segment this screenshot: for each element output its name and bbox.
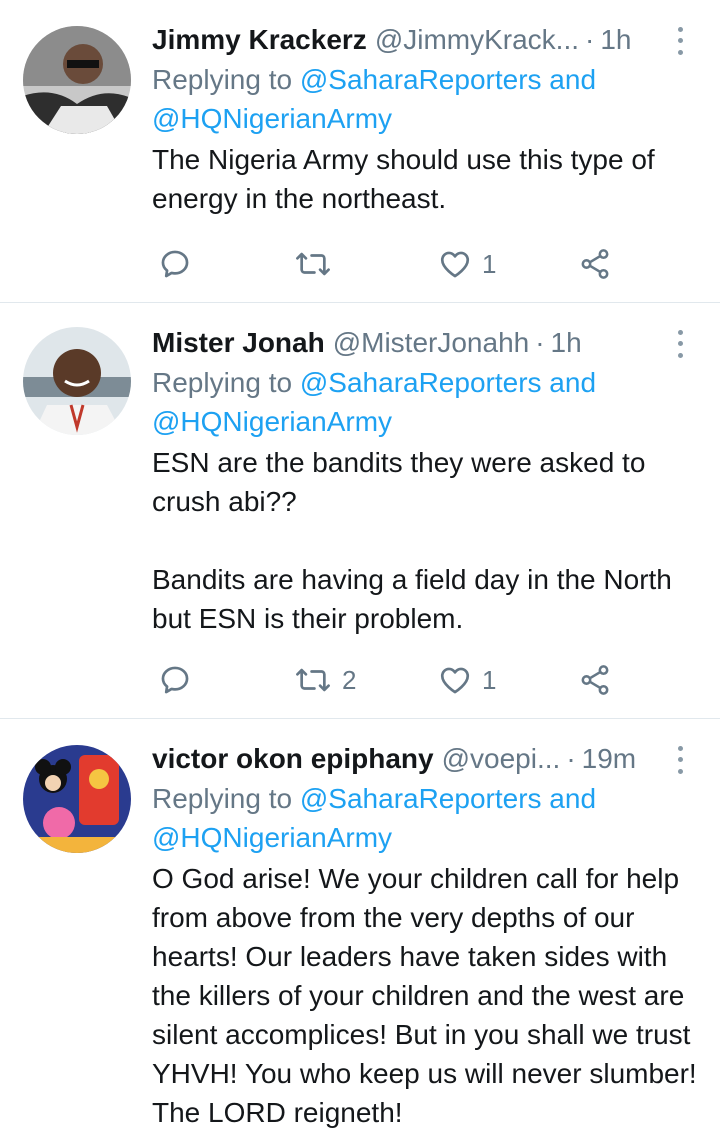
mention-link[interactable]: @HQNigerianArmy	[152, 822, 392, 853]
share-icon	[581, 665, 609, 695]
like-button[interactable]: 1	[438, 247, 496, 281]
display-name[interactable]: victor okon epiphany	[152, 741, 434, 777]
replying-prefix: Replying to	[152, 64, 300, 95]
more-vertical-icon[interactable]	[670, 743, 690, 777]
replying-and[interactable]: and	[542, 64, 596, 95]
avatar[interactable]	[23, 327, 131, 435]
reply-button[interactable]	[158, 663, 192, 697]
heart-icon	[440, 251, 470, 278]
mention-link[interactable]: @HQNigerianArmy	[152, 103, 392, 134]
timestamp[interactable]: 19m	[582, 741, 636, 777]
user-handle[interactable]: @JimmyKrack...	[375, 22, 579, 58]
heart-icon	[440, 667, 470, 694]
share-icon	[581, 249, 609, 279]
separator-dot: ·	[585, 24, 595, 55]
tweet-text: O God arise! We your children call for h…	[152, 863, 697, 1128]
replying-prefix: Replying to	[152, 367, 300, 398]
retweet-button[interactable]: 2	[294, 663, 356, 697]
share-button[interactable]	[578, 663, 612, 697]
user-handle[interactable]: @voepi...	[442, 741, 561, 777]
tweet-header: victor okon epiphany @voepi... · 19m	[152, 741, 652, 777]
mention-link[interactable]: @HQNigerianArmy	[152, 406, 392, 437]
retweet-icon	[296, 668, 330, 692]
replying-to: Replying to @SaharaReporters and @HQNige…	[152, 363, 720, 441]
like-button[interactable]: 1	[438, 663, 496, 697]
reply-feed: Jimmy Krackerz @JimmyKrack... · 1h Reply…	[0, 0, 720, 1146]
reply-icon	[161, 666, 189, 694]
replying-to: Replying to @SaharaReporters and @HQNige…	[152, 779, 720, 857]
separator-dot: ·	[566, 743, 576, 774]
retweet-count: 2	[342, 664, 357, 695]
reply-button[interactable]	[158, 247, 192, 281]
retweet-button[interactable]	[294, 247, 342, 281]
share-button[interactable]	[578, 247, 612, 281]
separator-dot: ·	[535, 327, 545, 358]
tweet-actions: 2 1	[152, 660, 622, 700]
timestamp[interactable]: 1h	[600, 22, 631, 58]
like-count: 1	[482, 248, 497, 279]
mention-link[interactable]: @SaharaReporters	[300, 783, 542, 814]
tweet-text: The Nigeria Army should use this type of…	[152, 144, 655, 214]
replying-and[interactable]: and	[542, 783, 596, 814]
more-vertical-icon[interactable]	[670, 24, 690, 58]
tweet[interactable]: victor okon epiphany @voepi... · 19m Rep…	[0, 719, 720, 1146]
mention-link[interactable]: @SaharaReporters	[300, 367, 542, 398]
replying-prefix: Replying to	[152, 783, 300, 814]
replying-to: Replying to @SaharaReporters and @HQNige…	[152, 60, 720, 138]
user-handle[interactable]: @MisterJonahh	[333, 325, 530, 361]
mention-link[interactable]: @SaharaReporters	[300, 64, 542, 95]
reply-icon	[161, 250, 189, 278]
tweet[interactable]: Mister Jonah @MisterJonahh · 1h Replying…	[0, 303, 720, 719]
avatar[interactable]	[23, 26, 131, 134]
tweet-text: ESN are the bandits they were asked to c…	[152, 447, 672, 634]
like-count: 1	[482, 664, 497, 695]
display-name[interactable]: Jimmy Krackerz	[152, 22, 367, 58]
tweet-header: Mister Jonah @MisterJonahh · 1h	[152, 325, 652, 361]
avatar[interactable]	[23, 745, 131, 853]
more-vertical-icon[interactable]	[670, 327, 690, 361]
retweet-icon	[296, 252, 330, 276]
replying-and[interactable]: and	[542, 367, 596, 398]
tweet-actions: 1	[152, 244, 622, 284]
tweet[interactable]: Jimmy Krackerz @JimmyKrack... · 1h Reply…	[0, 0, 720, 303]
tweet-header: Jimmy Krackerz @JimmyKrack... · 1h	[152, 22, 652, 58]
timestamp[interactable]: 1h	[551, 325, 582, 361]
display-name[interactable]: Mister Jonah	[152, 325, 325, 361]
